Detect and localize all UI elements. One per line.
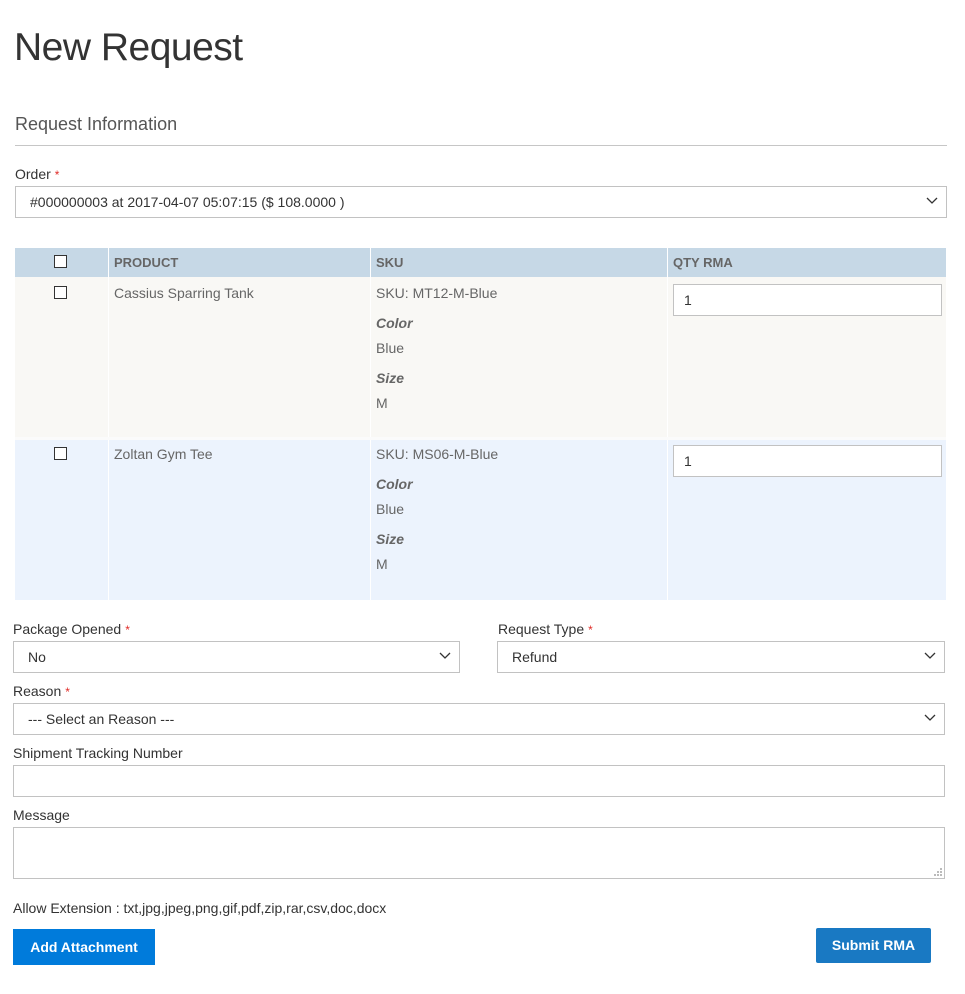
chevron-down-icon [924, 652, 936, 659]
table-row: Cassius Sparring Tank SKU: MT12-M-Blue C… [15, 277, 946, 437]
add-attachment-button[interactable]: Add Attachment [13, 929, 155, 965]
header-select-all-cell [15, 248, 107, 277]
qty-cell: 1 [667, 440, 946, 600]
row-checkbox[interactable] [54, 447, 67, 460]
header-qty-label: QTY RMA [673, 255, 733, 270]
submit-rma-button[interactable]: Submit RMA [816, 928, 931, 963]
attribute-label: Color [376, 476, 413, 492]
header-qty: QTY RMA [667, 248, 946, 277]
chevron-down-icon [926, 197, 938, 204]
row-select-cell [15, 440, 107, 600]
attribute-value: Blue [376, 501, 405, 517]
resize-grip-icon[interactable] [934, 868, 942, 876]
required-mark: * [54, 168, 60, 182]
attribute-label: Color [376, 315, 413, 331]
request-type-label: Request Type * [498, 621, 593, 637]
request-type-value: Refund [512, 649, 558, 665]
row-checkbox[interactable] [54, 286, 67, 299]
required-mark: * [65, 685, 70, 699]
product-cell: Zoltan Gym Tee [108, 440, 370, 600]
request-type-label-text: Request Type [498, 621, 585, 637]
order-label-text: Order [15, 166, 51, 182]
attribute-value: M [376, 395, 388, 411]
header-product: PRODUCT [108, 248, 370, 277]
package-opened-label-text: Package Opened [13, 621, 122, 637]
package-opened-label: Package Opened * [13, 621, 130, 637]
select-all-checkbox[interactable] [54, 255, 67, 268]
attribute-value: M [376, 556, 388, 572]
message-textarea[interactable] [13, 827, 945, 879]
message-label: Message [13, 807, 70, 823]
table-header: PRODUCT SKU QTY RMA [15, 248, 946, 277]
section-title: Request Information [15, 114, 178, 134]
row-select-cell [15, 277, 107, 437]
reason-value: --- Select an Reason --- [28, 711, 175, 727]
tracking-label: Shipment Tracking Number [13, 745, 183, 761]
header-product-label: PRODUCT [114, 255, 179, 270]
sku-value: SKU: MT12-M-Blue [376, 285, 498, 301]
qty-rma-input[interactable]: 1 [673, 445, 942, 477]
allowed-extensions-text: Allow Extension : txt,jpg,jpeg,png,gif,p… [13, 900, 387, 916]
required-mark: * [125, 623, 130, 637]
header-sku-label: SKU [376, 255, 404, 270]
order-select-value: #000000003 at 2017-04-07 05:07:15 ($ 108… [30, 194, 345, 210]
tracking-number-input[interactable] [13, 765, 945, 797]
attribute-value: Blue [376, 340, 405, 356]
attribute-label: Size [376, 370, 405, 386]
package-opened-select[interactable]: No [13, 641, 460, 673]
product-cell: Cassius Sparring Tank [108, 277, 370, 437]
header-sku: SKU [370, 248, 667, 277]
section-divider [15, 145, 947, 146]
chevron-down-icon [924, 714, 936, 721]
table-row: Zoltan Gym Tee SKU: MS06-M-Blue Color Bl… [15, 440, 946, 600]
chevron-down-icon [439, 652, 451, 659]
required-mark: * [588, 623, 593, 637]
qty-cell: 1 [667, 277, 946, 437]
order-label: Order * [15, 166, 59, 182]
page-title: New Request [14, 26, 243, 69]
reason-select[interactable]: --- Select an Reason --- [13, 703, 945, 735]
package-opened-value: No [28, 649, 46, 665]
sku-value: SKU: MS06-M-Blue [376, 446, 499, 462]
product-name: Cassius Sparring Tank [114, 285, 254, 301]
sku-cell: SKU: MT12-M-Blue Color Blue Size M [370, 277, 667, 437]
request-type-select[interactable]: Refund [497, 641, 945, 673]
reason-label-text: Reason [13, 683, 62, 699]
attribute-label: Size [376, 531, 405, 547]
qty-rma-input[interactable]: 1 [673, 284, 942, 316]
order-select[interactable]: #000000003 at 2017-04-07 05:07:15 ($ 108… [15, 186, 947, 218]
sku-cell: SKU: MS06-M-Blue Color Blue Size M [370, 440, 667, 600]
reason-label: Reason * [13, 683, 70, 699]
product-name: Zoltan Gym Tee [114, 446, 213, 462]
